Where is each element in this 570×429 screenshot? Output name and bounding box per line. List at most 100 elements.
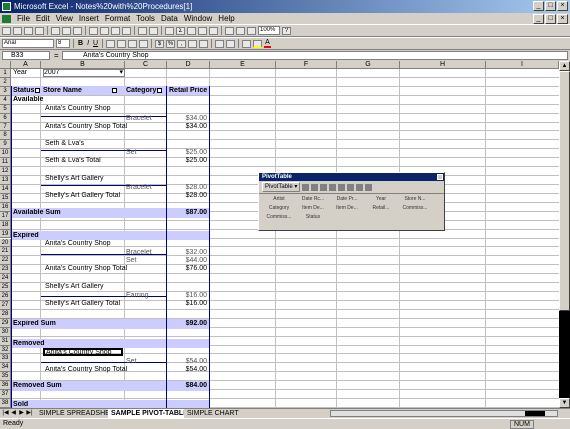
row-header[interactable]: 9 [0,140,11,150]
scroll-track[interactable] [559,311,570,398]
borders-icon[interactable] [242,39,252,48]
worksheet-grid[interactable]: A B C D E F G H I 1 2 3 4 5 6 7 8 9 10 11 12 13 14 15 1… [0,61,559,408]
pivot-wizard-icon[interactable] [320,183,328,191]
row-header[interactable]: 30 [0,327,11,337]
select-all-corner[interactable] [0,61,11,69]
next-sheet-icon[interactable]: ▶ [18,410,25,417]
row-header[interactable]: 24 [0,274,11,284]
doc-restore-button[interactable]: □ [545,14,556,24]
pivot-field[interactable]: Commiss... [262,214,296,221]
underline-icon[interactable]: U [92,39,99,48]
align-left-icon[interactable] [106,39,116,48]
row-header[interactable]: 7 [0,122,11,132]
help-icon[interactable]: ? [282,26,291,35]
year-filter[interactable]: 2007 ▾ [43,69,125,77]
row-header[interactable]: 23 [0,265,11,275]
row-header[interactable]: 35 [0,372,11,382]
vertical-scrollbar[interactable]: ▲ ▼ [559,61,570,408]
fill-color-icon[interactable] [253,39,263,48]
row-header[interactable]: 17 [0,211,11,221]
currency-icon[interactable]: $ [155,39,165,48]
column-header-a[interactable]: A [11,61,41,69]
active-cell-b33[interactable]: Anita's Country Shop [43,348,123,356]
sort-descending-icon[interactable] [209,26,218,35]
row-header[interactable]: 10 [0,149,11,159]
row-header[interactable]: 27 [0,300,11,310]
paste-icon[interactable] [111,26,120,35]
sort-ascending-icon[interactable] [198,26,207,35]
pivot-field[interactable]: Retail... [364,205,398,212]
pivot-field[interactable]: Item De... [330,205,364,212]
new-icon[interactable] [2,26,11,35]
row-header[interactable]: 11 [0,158,11,168]
store-dropdown-icon[interactable] [111,87,117,93]
align-center-icon[interactable] [117,39,127,48]
row-header[interactable]: 1 [0,69,11,78]
show-detail-icon[interactable] [338,183,346,191]
pivot-field[interactable]: Year [364,196,398,203]
pivot-field[interactable]: Category [262,205,296,212]
h-scroll-thumb[interactable] [525,411,545,416]
drawing-icon[interactable] [247,26,256,35]
percent-icon[interactable]: % [166,39,176,48]
menu-window[interactable]: Window [181,13,215,24]
pivot-field[interactable]: Artist [262,196,296,203]
retail-price-header[interactable]: Retail Price [169,87,207,94]
column-header-c[interactable]: C [125,61,167,69]
decrease-indent-icon[interactable] [215,39,225,48]
status-header[interactable]: Status [13,87,41,94]
pivottable-menu[interactable]: PivotTable ▾ [262,182,301,192]
merge-center-icon[interactable] [139,39,149,48]
status-dropdown-icon[interactable] [35,87,41,93]
menu-format[interactable]: Format [102,13,133,24]
redo-icon[interactable] [149,26,158,35]
row-header[interactable]: 22 [0,256,11,266]
menu-view[interactable]: View [53,13,76,24]
cut-icon[interactable] [89,26,98,35]
store-name-header[interactable]: Store Name [43,87,117,94]
spelling-icon[interactable] [73,26,82,35]
horizontal-scrollbar[interactable] [330,410,558,417]
autosum-icon[interactable]: Σ [176,26,185,35]
pivot-field[interactable]: Date Pr... [330,196,364,203]
field-settings-icon[interactable] [356,183,364,191]
align-right-icon[interactable] [128,39,138,48]
pivottable-title[interactable]: PivotTable [259,173,444,181]
pivot-close-icon[interactable] [437,174,443,180]
print-icon[interactable] [51,26,60,35]
pivot-field[interactable]: Commiss... [398,205,432,212]
row-header[interactable]: 32 [0,345,11,355]
prev-sheet-icon[interactable]: ◀ [10,410,17,417]
row-header[interactable]: 8 [0,131,11,141]
font-size-select[interactable]: 8 [56,39,70,48]
map-icon[interactable] [236,26,245,35]
row-header[interactable]: 18 [0,220,11,230]
name-box[interactable]: B33 [2,51,50,60]
minimize-button[interactable]: _ [533,1,544,11]
menu-data[interactable]: Data [158,13,181,24]
doc-minimize-button[interactable]: _ [533,14,544,24]
open-icon[interactable] [13,26,22,35]
hyperlink-icon[interactable] [165,26,174,35]
row-header[interactable]: 33 [0,354,11,364]
zoom-select[interactable]: 100% [258,26,280,35]
row-header[interactable]: 5 [0,104,11,114]
row-header[interactable]: 16 [0,202,11,212]
row-header[interactable]: 29 [0,318,11,328]
chart-wizard-icon[interactable] [311,183,319,191]
column-header-d[interactable]: D [167,61,210,69]
row-header[interactable]: 25 [0,283,11,292]
menu-file[interactable]: File [14,13,33,24]
row-header[interactable]: 14 [0,184,11,194]
pivot-field[interactable]: Store N... [398,196,432,203]
increase-decimal-icon[interactable] [188,39,198,48]
scroll-thumb[interactable] [559,71,570,311]
row-header[interactable]: 34 [0,363,11,373]
function-icon[interactable] [187,26,196,35]
row-header[interactable]: 13 [0,176,11,185]
category-header[interactable]: Category [126,87,163,94]
hide-detail-icon[interactable] [329,183,337,191]
chart-wizard-icon[interactable] [225,26,234,35]
row-header[interactable]: 26 [0,292,11,301]
comma-icon[interactable]: , [177,39,187,48]
